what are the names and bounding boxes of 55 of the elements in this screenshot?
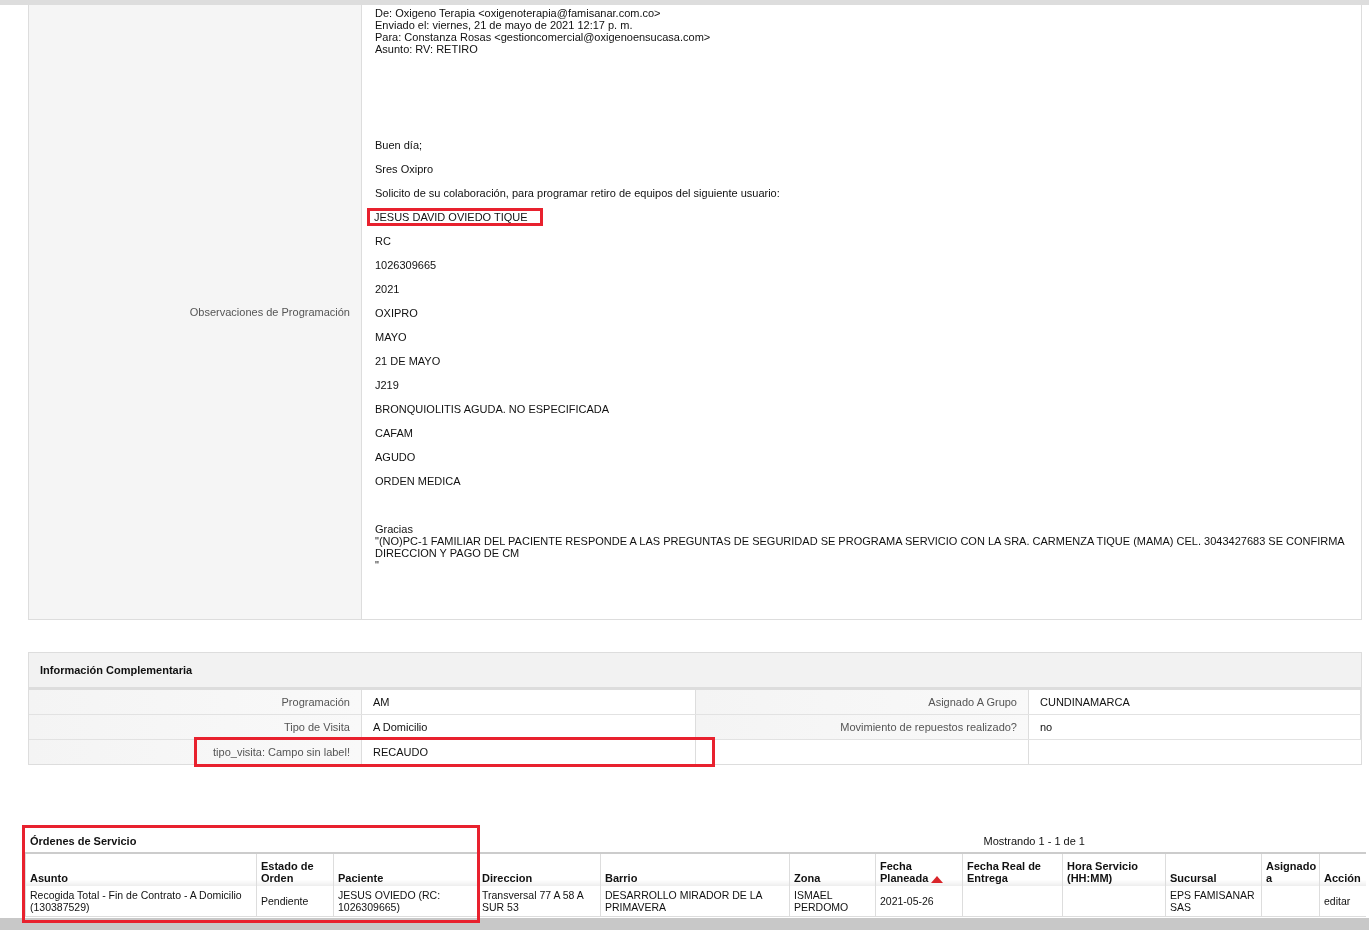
- field-value: RECAUDO: [362, 740, 696, 764]
- message-line: De: Oxigeno Terapia <oxigenoterapia@famisanar.com.co>: [375, 7, 661, 19]
- message-line: CAFAM: [375, 426, 413, 441]
- column-header[interactable]: Asignado a: [1261, 853, 1320, 886]
- field-label: Observaciones de Programación: [189, 306, 350, 318]
- highlighted-text: JESUS DAVID OVIEDO TIQUE: [367, 208, 543, 226]
- field-label: Movimiento de repuestos realizado?: [696, 715, 1029, 739]
- column-header[interactable]: Fecha Real de Entrega: [962, 853, 1063, 886]
- section-title: Información Complementaria: [40, 664, 193, 676]
- message-line: MAYO: [375, 330, 407, 345]
- message-line: RC: [375, 234, 391, 249]
- column-header[interactable]: Sucursal: [1165, 853, 1262, 886]
- message-line: BRONQUIOLITIS AGUDA. NO ESPECIFICADA: [375, 402, 610, 417]
- column-header[interactable]: Asunto: [25, 853, 257, 886]
- field-label: Asignado A Grupo: [696, 690, 1029, 714]
- message-line: Buen día;: [375, 138, 423, 153]
- column-header[interactable]: Fecha Planeada: [875, 853, 963, 886]
- message-line: Enviado el: viernes, 21 de mayo de 2021 12:17 p. m.: [375, 19, 633, 31]
- table-cell: DESARROLLO MIRADOR DE LA PRIMAVERA: [600, 886, 790, 917]
- section-title: Órdenes de Servicio: [29, 835, 137, 847]
- table-cell: Transversal 77 A 58 A SUR 53: [477, 886, 601, 917]
- column-header[interactable]: Paciente: [333, 853, 478, 886]
- table-cell: ISMAEL PERDOMO: [789, 886, 876, 917]
- message-line: AGUDO: [375, 450, 416, 465]
- message-line: Sres Oxipro: [375, 162, 434, 177]
- table-cell: 2021-05-26: [875, 886, 963, 917]
- message-line: OXIPRO: [375, 306, 418, 321]
- message-line: Solicito de su colaboración, para programar retiro de equipos del siguiente usuario:: [375, 186, 780, 201]
- table-cell: JESUS OVIEDO (RC: 1026309665): [333, 886, 478, 917]
- field-label: tipo_visita: Campo sin label!: [29, 740, 362, 764]
- column-header[interactable]: Zona: [789, 853, 876, 886]
- table-cell: EPS FAMISANAR SAS: [1165, 886, 1262, 917]
- table-cell: Recogida Total - Fin de Contrato - A Domicilio (130387529): [25, 886, 257, 917]
- message-line: Gracias: [375, 523, 413, 535]
- field-value: no: [1029, 715, 1361, 739]
- message-line: ": [375, 559, 379, 571]
- field-label: Tipo de Visita: [29, 715, 362, 739]
- field-value: CUNDINAMARCA: [1029, 690, 1361, 714]
- pagination-text: Mostrando 1 - 1 de 1: [983, 835, 1085, 847]
- message-line: Para: Constanza Rosas <gestioncomercial@oxigenoensucasa.com>: [375, 31, 711, 43]
- message-line: 21 DE MAYO: [375, 354, 441, 369]
- edit-link[interactable]: editar: [1319, 886, 1366, 917]
- message-line: ORDEN MEDICA: [375, 474, 461, 489]
- column-header[interactable]: Barrio: [600, 853, 790, 886]
- message-line: Asunto: RV: RETIRO: [375, 43, 478, 55]
- column-header[interactable]: Estado de Orden: [256, 853, 334, 886]
- message-line: 1026309665: [375, 258, 437, 273]
- message-line: "(NO)PC-1 FAMILIAR DEL PACIENTE RESPONDE A LAS PREGUNTAS DE SEGURIDAD SE PROGRAMA SERVICIO CON LA SRA. CARMENZA TIQUE (MAMA) CEL. 3043427683 SE CONFIRMA DIRECCION Y PAGO DE CM: [375, 535, 1346, 559]
- column-header[interactable]: Acción: [1319, 853, 1366, 886]
- field-label: Programación: [29, 690, 362, 714]
- column-header[interactable]: Direccion: [477, 853, 601, 886]
- message-line: J219: [375, 378, 399, 393]
- column-header[interactable]: Hora Servicio (HH:MM): [1062, 853, 1166, 886]
- table-cell: Pendiente: [256, 886, 334, 917]
- message-line: 2021: [375, 282, 400, 297]
